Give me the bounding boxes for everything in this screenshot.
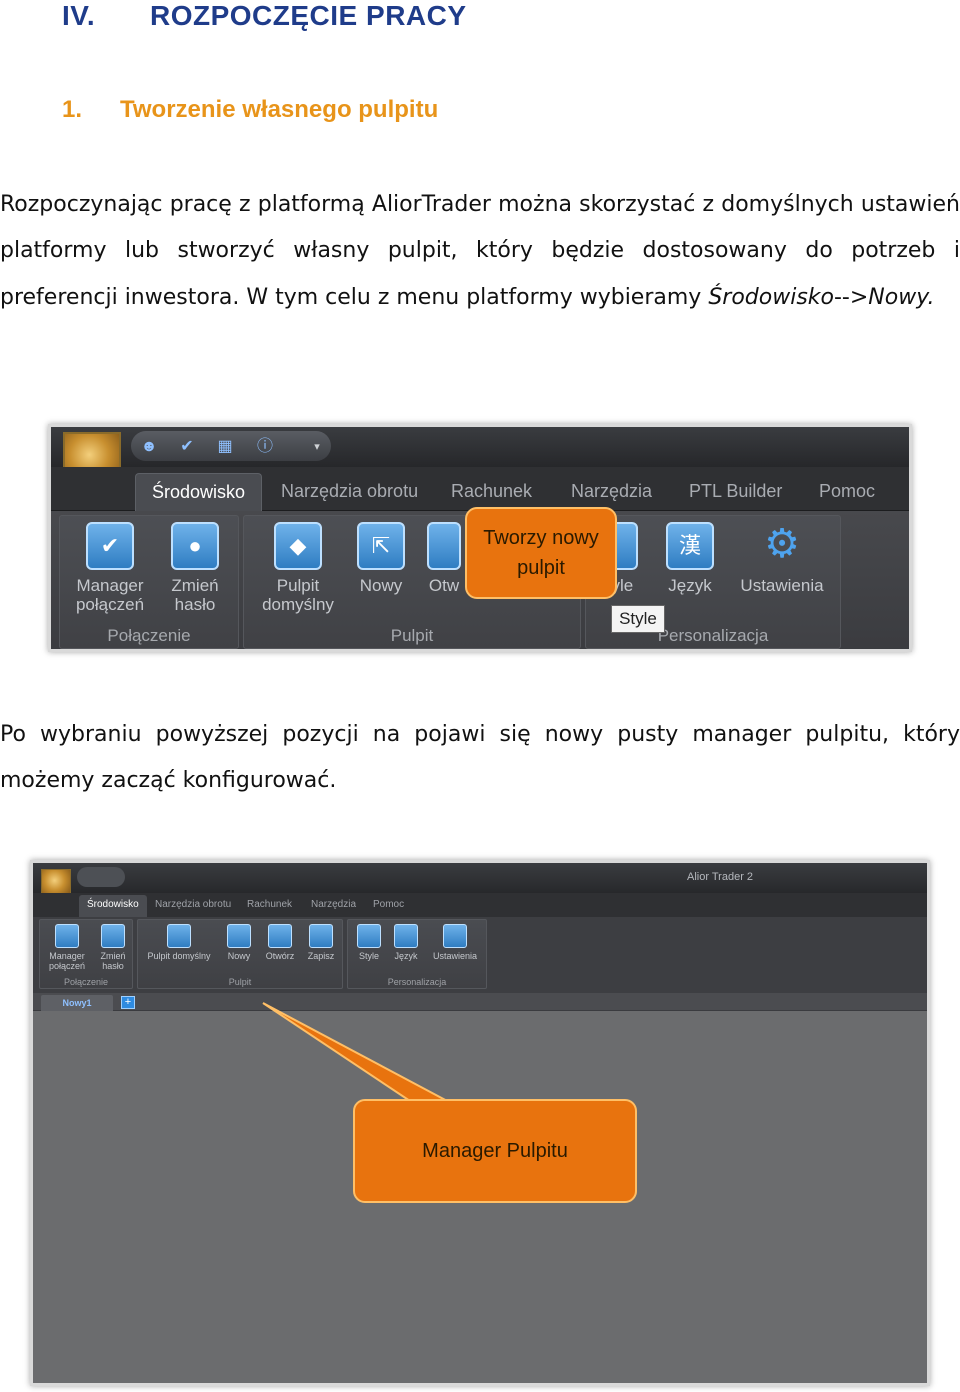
section-heading: IV. ROZPOCZĘCIE PRACY bbox=[62, 0, 467, 32]
zmien-haslo-label: Zmień hasło bbox=[171, 576, 219, 614]
jezyk-button[interactable]: 漢 Język bbox=[662, 522, 718, 595]
intro-end: . bbox=[927, 284, 935, 310]
gears-icon: ⚙ bbox=[764, 522, 800, 566]
nowy-button[interactable]: ⇱ Nowy bbox=[354, 522, 408, 595]
otworz-label: Otw bbox=[428, 576, 460, 595]
menu-path-text: Środowisko bbox=[708, 284, 834, 310]
subsection-heading: 1. Tworzenie własnego pulpitu bbox=[62, 96, 438, 124]
zmien-haslo-button[interactable]: ● Zmień hasło bbox=[164, 522, 226, 614]
manager-polaczen-button[interactable]: ✔ Manager połączeń bbox=[74, 522, 146, 614]
subsection-number: 1. bbox=[62, 96, 83, 123]
tab-rachunek[interactable]: Rachunek bbox=[451, 481, 532, 502]
group-polaczenie-label: Połączenie bbox=[107, 626, 191, 645]
menu-arrow: --> bbox=[833, 284, 869, 310]
desktop-manager-screenshot: Alior Trader 2 Środowisko Narzędzia obro… bbox=[30, 860, 930, 1386]
section-title: ROZPOCZĘCIE PRACY bbox=[150, 0, 467, 31]
manager-polaczen-label: Manager połączeń bbox=[75, 576, 145, 614]
nowy-label: Nowy bbox=[359, 576, 403, 595]
style-tooltip: Style bbox=[611, 605, 665, 633]
menu-item-text: Nowy bbox=[868, 284, 928, 310]
tab-ptl-builder[interactable]: PTL Builder bbox=[689, 481, 782, 502]
users-icon[interactable]: ☻ bbox=[139, 438, 159, 456]
ustawienia-label: Ustawienia bbox=[740, 576, 824, 595]
group-pulpit-label: Pulpit bbox=[390, 626, 434, 645]
new-desktop-icon: ⇱ bbox=[357, 522, 405, 570]
language-icon: 漢 bbox=[666, 522, 714, 570]
intro-paragraph: Rozpoczynając pracę z platformą AliorTra… bbox=[0, 182, 960, 321]
lock-icon: ● bbox=[171, 522, 219, 570]
open-icon bbox=[427, 522, 461, 570]
tab-srodowisko[interactable]: Środowisko bbox=[135, 473, 263, 513]
tab-narzedzia-obrotu[interactable]: Narzędzia obrotu bbox=[281, 481, 418, 502]
ribbon-tabs: Środowisko Narzędzia obrotu Rachunek Nar… bbox=[51, 467, 909, 513]
tab-narzedzia[interactable]: Narzędzia bbox=[571, 481, 652, 502]
quick-access-toolbar: ☻ ✔ ▦ ⓘ ▾ bbox=[131, 431, 331, 461]
subsection-title: Tworzenie własnego pulpitu bbox=[120, 96, 439, 123]
group-polaczenie: ✔ Manager połączeń ● Zmień hasło Połącze… bbox=[59, 515, 239, 649]
monitor-icon: ◆ bbox=[274, 522, 322, 570]
checkmark-icon[interactable]: ✔ bbox=[177, 438, 197, 456]
section-number: IV. bbox=[62, 0, 96, 31]
pulpit-domyslny-button[interactable]: ◆ Pulpit domyślny bbox=[258, 522, 338, 614]
ustawienia-button[interactable]: ⚙ Ustawienia bbox=[736, 522, 828, 595]
ribbon-screenshot: ☻ ✔ ▦ ⓘ ▾ Środowisko Narzędzia obrotu Ra… bbox=[48, 424, 912, 652]
callout-manager-pulpitu: Manager Pulpitu bbox=[353, 1099, 637, 1203]
dropdown-icon[interactable]: ▾ bbox=[307, 438, 327, 456]
followup-paragraph: Po wybraniu powyższej pozycji na pojawi … bbox=[0, 722, 960, 794]
pulpit-domyslny-label: Pulpit domyślny bbox=[262, 576, 334, 614]
info-icon[interactable]: ⓘ bbox=[255, 438, 275, 456]
calculator-icon[interactable]: ▦ bbox=[215, 438, 235, 456]
plug-icon: ✔ bbox=[86, 522, 134, 570]
jezyk-label: Język bbox=[668, 576, 712, 595]
tab-pomoc[interactable]: Pomoc bbox=[819, 481, 875, 502]
callout-new-desktop: Tworzy nowy pulpit bbox=[465, 507, 617, 599]
otworz-button[interactable]: Otw bbox=[424, 522, 464, 595]
